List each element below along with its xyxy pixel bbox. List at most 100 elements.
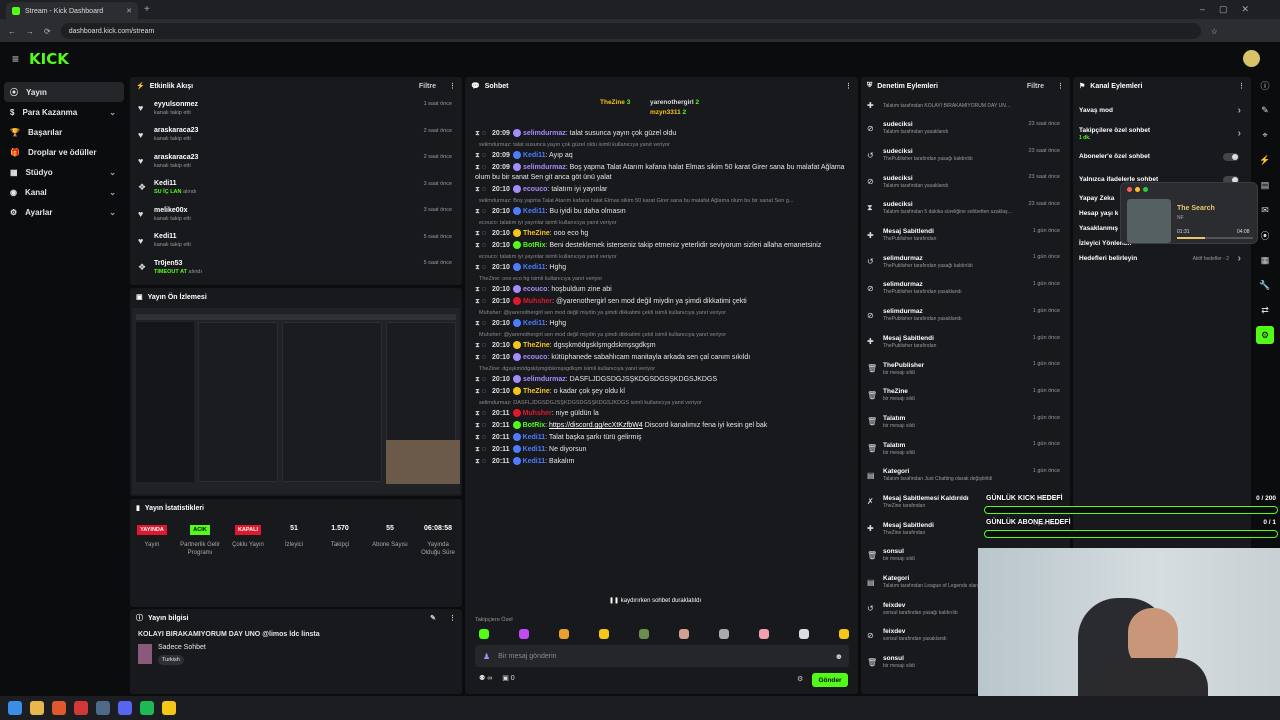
message-username[interactable]: selimdurmaz — [523, 164, 566, 171]
wrench-icon[interactable]: 🔧 — [1256, 276, 1274, 294]
message-username[interactable]: BotRix — [523, 242, 546, 249]
share-icon[interactable]: ⇄ — [1256, 301, 1274, 319]
message-username[interactable]: ecouco — [523, 286, 548, 293]
chat-message[interactable]: ⧗ ◌ 20:10 TheZine: o kadar çok şey oldu kl — [465, 387, 858, 397]
chat-message[interactable]: ⧗ ◌ 20:10 Kedi11: Hghg — [465, 319, 858, 329]
message-username[interactable]: Muhsher — [523, 410, 552, 417]
channel-action[interactable]: Yavaş mod › — [1073, 99, 1251, 122]
send-button[interactable]: Gönder — [812, 673, 848, 687]
message-username[interactable]: Kedi11 — [523, 434, 546, 441]
message-username[interactable]: TheZine — [523, 342, 550, 349]
layout-icon[interactable]: ▤ — [1256, 176, 1274, 194]
mod-tools-icon[interactable]: ⧗ ◌ — [475, 434, 486, 441]
emote-icon[interactable] — [559, 629, 569, 639]
mod-tools-icon[interactable]: ⧗ ◌ — [475, 164, 486, 171]
app-icon[interactable] — [74, 701, 88, 715]
chat-message[interactable]: ⧗ ◌ 20:10 Kedi11: Bu iyidi bu daha olmasın — [465, 207, 858, 217]
mod-tools-icon[interactable]: ⧗ ◌ — [475, 242, 486, 249]
close-tab-icon[interactable]: ✕ — [126, 7, 132, 15]
mod-tools-icon[interactable]: ⧗ ◌ — [475, 208, 486, 215]
mod-entry[interactable]: ✚ Mesaj Sabitlendi ThePublisher tarafından… — [861, 329, 1070, 356]
chat-message[interactable]: ⧗ ◌ 20:10 TheZine: dgsşkmödgsklşmgdskmşsgd… — [465, 341, 858, 351]
chevron-right-icon[interactable]: › — [1238, 105, 1241, 116]
more-icon[interactable]: ⋮ — [845, 82, 852, 90]
activity-event[interactable]: ♥ eyyulsonmez kanalı takip etti 1 saat önce — [130, 95, 462, 122]
chat-message[interactable]: ⧗ ◌ 20:11 Kedi11: Talat başka şarkı türü g… — [465, 433, 858, 443]
chat-message[interactable]: ⧗ ◌ 20:10 Muhsher: @yarenothergirl sen mod… — [465, 297, 858, 307]
file-explorer-icon[interactable] — [30, 701, 44, 715]
crosshair-icon[interactable]: ⌖ — [1256, 126, 1274, 144]
mod-tools-icon[interactable]: ⧗ ◌ — [475, 264, 486, 271]
flash-icon[interactable]: ⚡ — [1256, 151, 1274, 169]
sidebar-item-4[interactable]: ▦ Stüdyo ⌄ — [0, 162, 128, 182]
pinned-gifter[interactable]: yarenothergirl 2 — [650, 99, 699, 106]
chat-input[interactable]: ♟ Bir mesaj gönderin ☻ — [475, 645, 849, 667]
mod-entry[interactable]: ↺ sudeciksi ThePublisher tarafından yasağı… — [861, 142, 1070, 169]
mod-tools-icon[interactable]: ⧗ ◌ — [475, 152, 486, 159]
emote-icon[interactable] — [479, 629, 489, 639]
message-username[interactable]: Kedi11 — [523, 208, 546, 215]
mod-tools-icon[interactable]: ⧗ ◌ — [475, 286, 486, 293]
music-player-overlay[interactable]: The Search NF 01:31 04:08 — [1120, 182, 1258, 244]
sidebar-item-6[interactable]: ⚙ Ayarlar ⌄ — [0, 202, 128, 222]
more-icon[interactable]: ⋮ — [1238, 82, 1245, 90]
edit-icon[interactable]: ✎ — [430, 614, 436, 622]
chat-message[interactable]: ⧗ ◌ 20:11 BotRix: https://discord.gg/ecXtK… — [465, 421, 858, 431]
mod-entry[interactable]: ↺ selimdurmaz ThePublisher tarafından yasa… — [861, 248, 1070, 275]
message-username[interactable]: Kedi11 — [523, 446, 546, 453]
emote-icon[interactable] — [839, 629, 849, 639]
channel-action[interactable]: Aboneler'e özel sohbet — [1073, 145, 1251, 168]
mod-tools-icon[interactable]: ⧗ ◌ — [475, 422, 486, 429]
emote-icon[interactable] — [519, 629, 529, 639]
emote-icon[interactable] — [799, 629, 809, 639]
chat-message[interactable]: ⧗ ◌ 20:10 BotRix: Beni desteklemek isterse… — [465, 241, 858, 251]
toggle-switch[interactable] — [1223, 152, 1239, 161]
emote-icon[interactable] — [759, 629, 769, 639]
chat-message[interactable]: ⧗ ◌ 20:10 TheZine: ooo eco hg — [465, 229, 858, 239]
chat-message[interactable]: ⧗ ◌ 20:10 ecouco: hoşbuldum zine abi — [465, 285, 858, 295]
message-username[interactable]: ecouco — [523, 186, 548, 193]
mod-tools-icon[interactable]: ⧗ ◌ — [475, 230, 486, 237]
message-username[interactable]: selimdurmaz — [523, 376, 566, 383]
emote-row[interactable] — [479, 629, 849, 639]
chevron-right-icon[interactable]: › — [1238, 128, 1241, 139]
steam-icon[interactable] — [96, 701, 110, 715]
mod-entry[interactable]: ⧗ sudeciksi Talatım tarafından 5 dakika sü… — [861, 195, 1070, 222]
mod-tools-icon[interactable]: ⧗ ◌ — [475, 298, 486, 305]
chrome-icon[interactable] — [162, 701, 176, 715]
stream-preview-video[interactable] — [132, 308, 460, 494]
message-username[interactable]: Kedi11 — [523, 320, 546, 327]
mod-tools-icon[interactable]: ⧗ ◌ — [475, 354, 486, 361]
bookmark-star-icon[interactable]: ☆ — [1211, 27, 1218, 36]
emote-icon[interactable] — [679, 629, 689, 639]
sidebar-item-1[interactable]: $ Para Kazanma ⌄ — [0, 102, 128, 122]
mod-tools-icon[interactable]: ⧗ ◌ — [475, 446, 486, 453]
emote-icon[interactable] — [719, 629, 729, 639]
chevron-down-icon[interactable]: ⌄ — [109, 208, 116, 217]
chat-message[interactable]: ⧗ ◌ 20:09 Kedi11: Ayıp aq — [465, 151, 858, 161]
chevron-down-icon[interactable]: ⌄ — [109, 168, 116, 177]
chat-message[interactable]: ⧗ ◌ 20:09 selimdurmaz: Boş yapma Talat Ata… — [465, 163, 858, 183]
chat-settings-icon[interactable]: ⚙ — [797, 675, 803, 683]
reload-icon[interactable]: ⟳ — [44, 27, 51, 36]
chevron-down-icon[interactable]: ⌄ — [109, 108, 116, 117]
message-username[interactable]: Kedi11 — [523, 152, 546, 159]
message-username[interactable]: TheZine — [523, 388, 550, 395]
broadcast-icon[interactable]: ⦿ — [1256, 226, 1274, 244]
more-icon[interactable]: ⋮ — [449, 614, 456, 622]
activity-event[interactable]: ❖ Kedi11 SU İÇ LAN alındı 3 saat önce — [130, 175, 462, 202]
message-username[interactable]: BotRix — [523, 422, 546, 429]
message-username[interactable]: Muhsher — [523, 298, 552, 305]
mod-entry[interactable]: ▤ Kategori Talatım tarafından Just Chattin… — [861, 462, 1070, 489]
message-username[interactable]: Kedi11 — [523, 458, 546, 465]
message-username[interactable]: TheZine — [523, 230, 550, 237]
activity-event[interactable]: ♥ Kedi11 kanalı takip etti 5 saat önce — [130, 228, 462, 255]
url-field[interactable]: dashboard.kick.com/stream — [60, 23, 1201, 39]
hamburger-menu-icon[interactable]: ≡ — [12, 52, 19, 66]
mod-tools-icon[interactable]: ⧗ ◌ — [475, 388, 486, 395]
chevron-down-icon[interactable]: ⌄ — [109, 188, 116, 197]
chat-message[interactable]: ⧗ ◌ 20:11 Kedi11: Ne diyorsun — [465, 445, 858, 455]
green-tool-icon[interactable]: ⚙ — [1256, 326, 1274, 344]
grid-icon[interactable]: ▦ — [1256, 251, 1274, 269]
mod-tools-icon[interactable]: ⧗ ◌ — [475, 342, 486, 349]
